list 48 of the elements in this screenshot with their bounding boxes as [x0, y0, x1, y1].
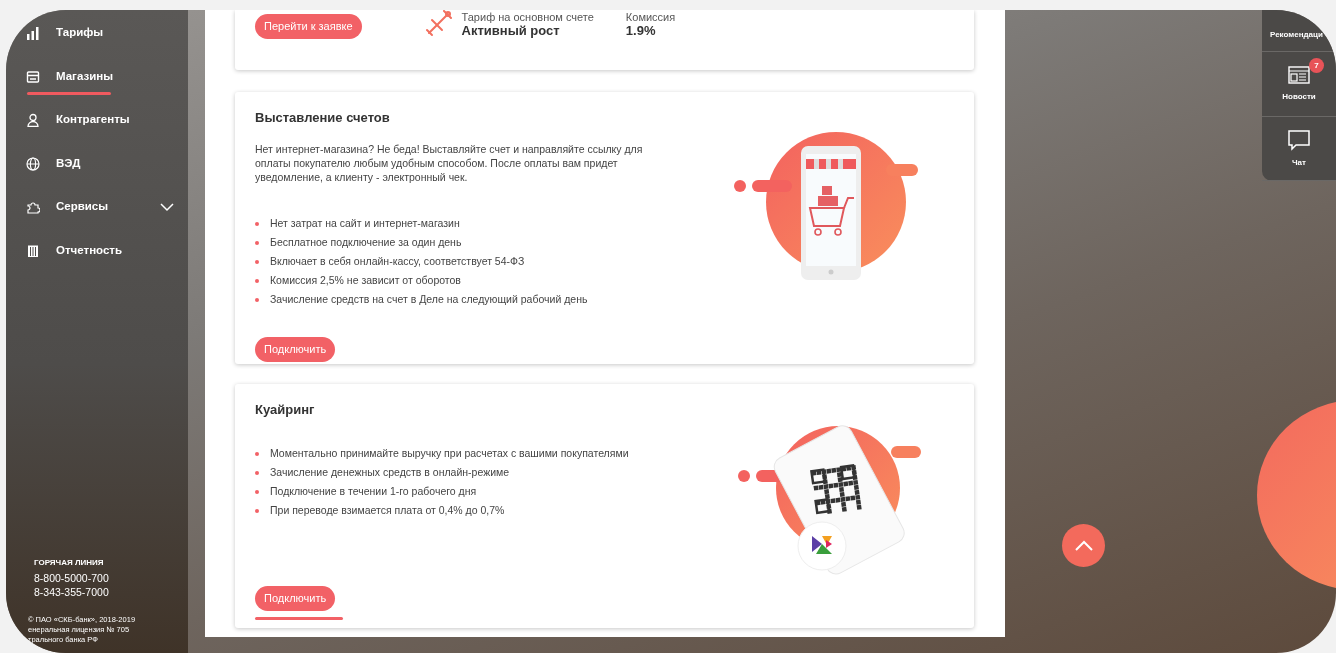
offer-description: Нет интернет-магазина? Не беда! Выставляйте счет и направляйте ссылку для оплаты покупателю любым удобным способом. После оплаты вам придет уведомление, а клиенту - электронный чек.: [255, 141, 644, 185]
bullet-text: Бесплатное подключение за один день: [270, 234, 462, 250]
bullet-text: Моментально принимайте выручку при расчетах с вашими покупателями: [270, 446, 629, 462]
bullet-icon: [255, 278, 259, 283]
sidebar-item[interactable]: Сервисы: [6, 192, 188, 222]
tariff-name: Активный рост: [461, 23, 561, 40]
bullet-icon: [255, 297, 259, 302]
notification-badge: 7: [1309, 58, 1324, 73]
sidebar-item[interactable]: ВЭД: [6, 148, 188, 179]
commission-value: 1.9%: [625, 23, 657, 40]
bullet-icon: [255, 240, 259, 245]
side-panel-item[interactable]: Рекомендаци: [1262, 10, 1336, 52]
person-icon: [26, 113, 40, 127]
sidebar-item[interactable]: Отчетность: [6, 235, 188, 266]
bullet-icon: [255, 471, 259, 476]
scroll-up-button[interactable]: [1062, 524, 1105, 567]
tariff-label: Тариф на основном счете: [461, 11, 594, 24]
chevron-up-icon: [1073, 539, 1094, 552]
phone-number: 8-800-5000-700: [34, 572, 110, 586]
bars-icon: [26, 26, 40, 40]
bullet-text: Зачисление средств на счет в Деле на следующий рабочий день: [270, 291, 588, 307]
sidebar-item[interactable]: Магазины: [6, 61, 188, 92]
bullet-text: При переводе взимается плата от 0,4% до 0,7%: [270, 503, 505, 519]
phone-number: 8-343-355-7000: [34, 585, 110, 599]
side-panel-item[interactable]: Новости 7: [1262, 52, 1336, 117]
store-icon: [26, 69, 40, 84]
chat-icon: [1287, 128, 1311, 151]
bullet-text: Подключение в течении 1-го рабочего дня: [270, 484, 477, 500]
bullet-icon: [255, 490, 259, 495]
building-icon: [26, 243, 40, 258]
bullet-text: Комиссия 2,5% не зависит от оборотов: [270, 272, 461, 288]
sidebar-item[interactable]: Тарифы: [6, 18, 188, 48]
globe-icon: [26, 156, 40, 171]
offer-title: Куайринг: [255, 402, 316, 418]
newspaper-icon: [1288, 65, 1310, 85]
side-panel-item[interactable]: Чат: [1262, 117, 1336, 181]
puzzle-icon: [26, 200, 40, 214]
bullet-text: Нет затрат на сайт и интернет-магазин: [270, 215, 460, 231]
bullet-text: Зачисление денежных средств в онлайн-режиме: [270, 465, 510, 481]
bullet-icon: [255, 509, 259, 514]
bullet-icon: [255, 452, 259, 457]
bullet-text: Включает в себя онлайн-кассу, соответствует 54-ФЗ: [270, 253, 525, 269]
hotline-title: ГОРЯЧАЯ ЛИНИЯ: [34, 557, 105, 570]
bullet-icon: [255, 259, 259, 264]
offer-title: Выставление счетов: [255, 110, 391, 126]
commission-label: Комиссия: [625, 11, 676, 24]
sidebar-item[interactable]: Контрагенты: [6, 105, 188, 135]
bullet-icon: [255, 221, 259, 226]
